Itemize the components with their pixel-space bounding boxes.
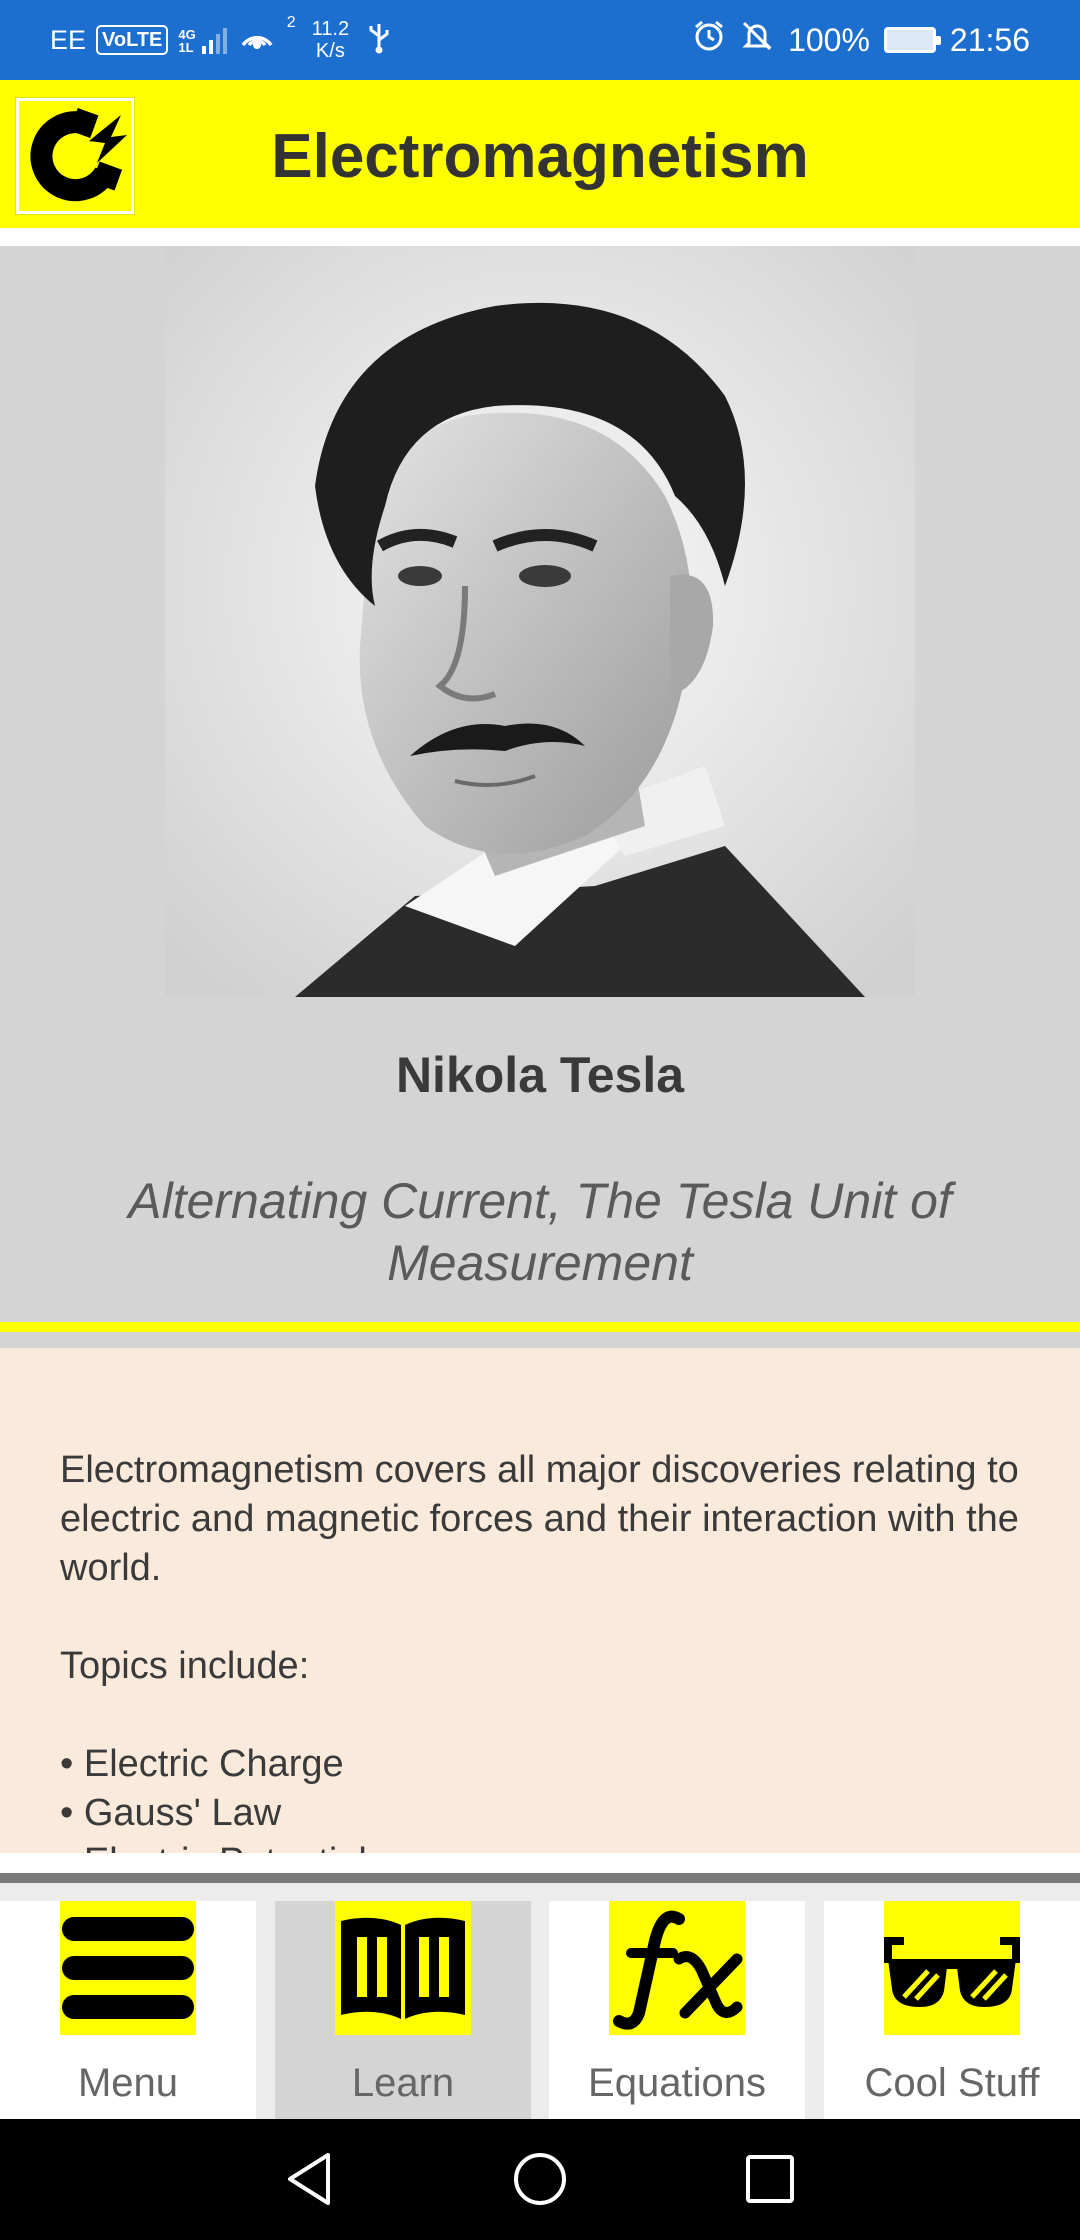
topic-item: • Electric Charge: [60, 1743, 344, 1785]
topics-heading: Topics include:: [60, 1645, 310, 1687]
menu-icon: [60, 1901, 196, 2035]
intro-paragraph: Electromagnetism covers all major discov…: [60, 1449, 1019, 1589]
bottom-nav: Menu Learn Equations Cool Stuff: [0, 1883, 1080, 2119]
volte-icon: VoLTE: [96, 25, 169, 55]
battery-charging-icon: [883, 27, 941, 53]
book-icon: [335, 1901, 471, 2035]
nav-label: Cool Stuff: [864, 2061, 1040, 2105]
description-panel[interactable]: Electromagnetism covers all major discov…: [0, 1348, 1080, 1853]
status-left: EE VoLTE 4G 1L 2 11.2 K/s: [50, 14, 391, 62]
home-icon[interactable]: [508, 2147, 572, 2211]
person-name: Nikola Tesla: [395, 1047, 685, 1103]
battery-percent: 100%: [788, 21, 870, 58]
nav-label: Learn: [351, 2061, 455, 2105]
carrier-label: EE: [50, 24, 87, 55]
signal-icon: 4G 1L: [178, 26, 227, 55]
recents-icon[interactable]: [738, 2147, 802, 2211]
nav-label: Equations: [588, 2061, 766, 2105]
topic-item: • Electric Potential: [60, 1838, 1020, 1853]
speed-unit: K/s: [315, 40, 345, 62]
hotspot-count: 2: [286, 14, 296, 31]
description-text: Electromagnetism covers all major discov…: [60, 1446, 1020, 1853]
divider: [0, 1332, 1080, 1348]
hero-section: Nikola Tesla Alternating Current, The Te…: [0, 246, 1080, 1322]
clock: 21:56: [949, 21, 1030, 58]
usb-icon: [367, 20, 391, 61]
nav-learn[interactable]: Learn: [275, 1901, 531, 2119]
app-bar: Electromagnetism: [0, 80, 1080, 228]
network-sub: 1L: [178, 40, 194, 55]
network-speed: 11.2 K/s: [312, 18, 349, 62]
person-subtitle: Alternating Current, The Tesla Unit of M…: [128, 1173, 952, 1291]
accent-divider: [0, 1322, 1080, 1332]
status-right: 100% 21:56: [692, 18, 1030, 62]
system-nav-bar: [0, 2119, 1080, 2240]
portrait-image: [165, 246, 915, 997]
sunglasses-icon: [884, 1901, 1020, 2035]
magnet-logo-icon[interactable]: [16, 98, 134, 214]
nav-label: Menu: [77, 2061, 179, 2105]
mute-icon: [740, 19, 774, 61]
alarm-icon: [692, 19, 726, 61]
status-bar: EE VoLTE 4G 1L 2 11.2 K/s 100% 21:56: [0, 0, 1080, 80]
divider: [0, 1853, 1080, 1883]
nav-equations[interactable]: Equations: [549, 1901, 805, 2119]
speed-value: 11.2: [311, 18, 350, 40]
divider: [0, 228, 1080, 246]
app-title: Electromagnetism: [271, 122, 809, 191]
topic-item: • Gauss' Law: [60, 1792, 282, 1834]
hotspot-icon: [237, 19, 277, 62]
nav-menu[interactable]: Menu: [0, 1901, 256, 2119]
back-icon[interactable]: [278, 2147, 342, 2211]
function-icon: [609, 1901, 745, 2035]
nav-cool-stuff[interactable]: Cool Stuff: [824, 1901, 1080, 2119]
